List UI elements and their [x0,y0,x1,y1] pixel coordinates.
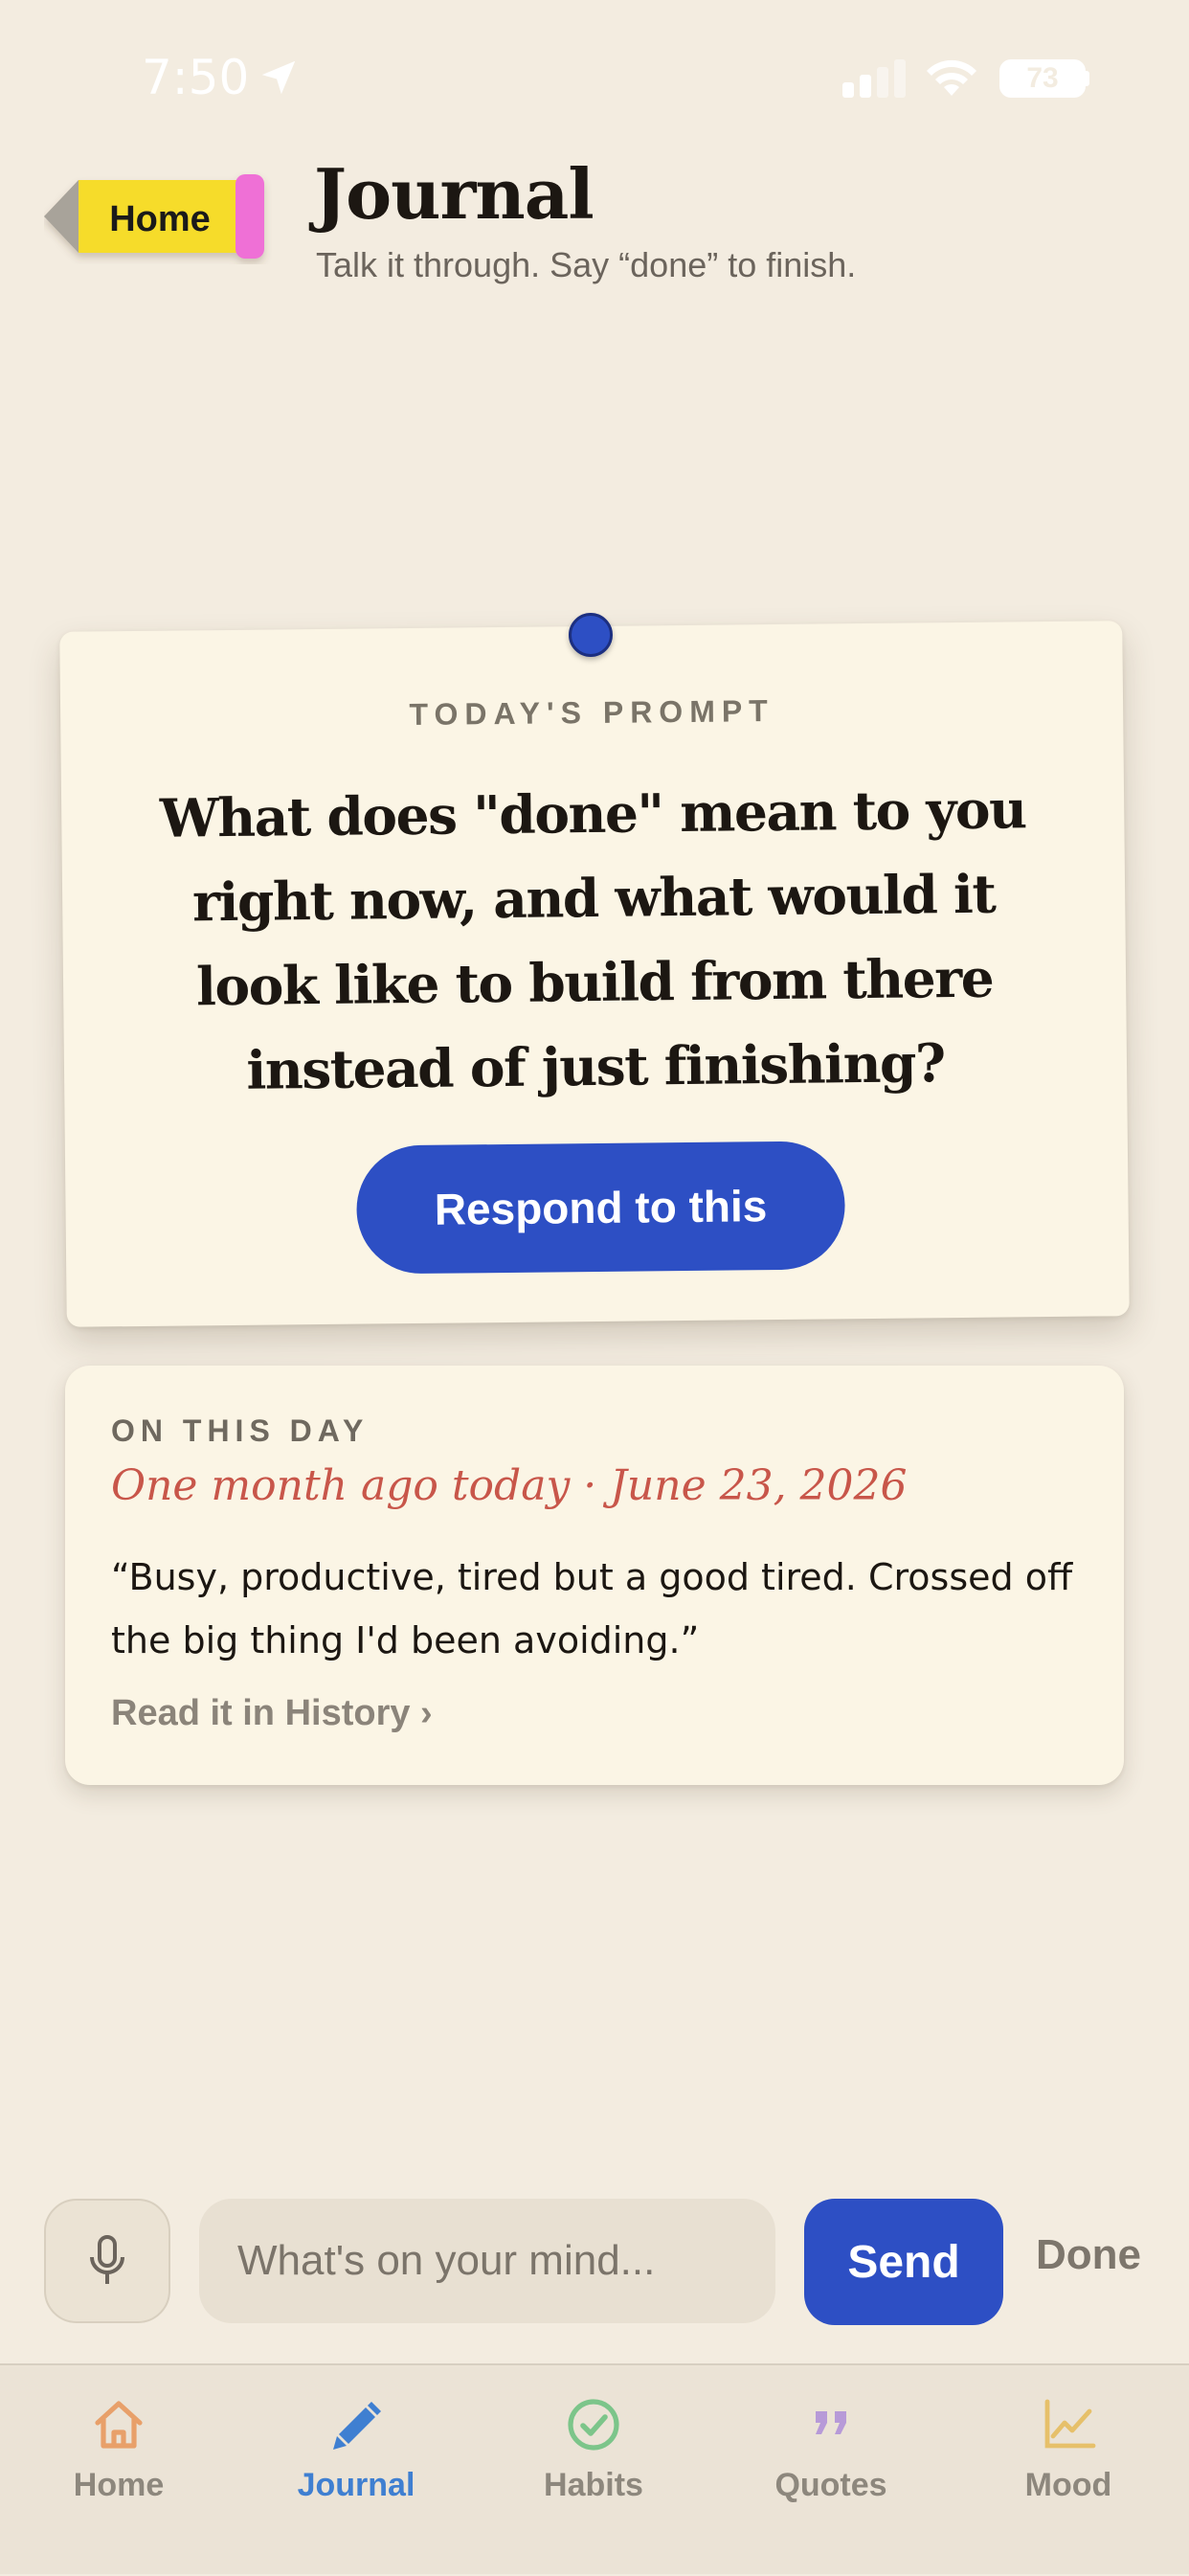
tab-journal[interactable]: Journal [237,2365,475,2576]
quote-icon [816,2411,846,2434]
battery-cap [1084,71,1089,86]
send-button[interactable]: Send [804,2199,1003,2325]
page-title: Journal [314,153,594,235]
tab-mood[interactable]: Mood [950,2365,1187,2576]
pushpin-icon [569,613,613,657]
pencil-icon [333,2402,381,2450]
message-input[interactable] [199,2199,775,2323]
on-this-day-card: ON THIS DAY One month ago today · June 2… [65,1366,1124,1785]
tab-habits[interactable]: Habits [475,2365,712,2576]
done-button[interactable]: Done [1036,2231,1141,2279]
battery-icon: 73 [999,59,1086,98]
on-this-day-date: One month ago today · June 23, 2026 [111,1461,908,1510]
tab-quotes[interactable]: Quotes [712,2365,950,2576]
respond-button[interactable]: Respond to this [355,1141,846,1275]
cellular-signal-icon [842,59,906,98]
on-this-day-quote: “Busy, productive, tired but a good tire… [111,1556,1073,1661]
read-in-history-link[interactable]: Read it in History › [111,1693,433,1734]
home-button[interactable]: Home [79,188,241,251]
tab-label: Habits [544,2467,643,2503]
tab-label: Mood [1024,2467,1112,2503]
page-subtitle: Talk it through. Say “done” to finish. [316,245,857,284]
on-this-day-label: ON THIS DAY [111,1413,370,1448]
prompt-label: TODAY'S PROMPT [409,693,774,733]
prompt-question: What does "done" mean to you right now, … [159,778,1026,1101]
tab-label: Quotes [774,2467,887,2503]
tab-label: Journal [297,2467,415,2503]
tab-label: Home [73,2467,165,2503]
microphone-icon [90,2235,124,2284]
location-arrow-icon [261,60,296,95]
mic-button[interactable] [44,2199,170,2323]
house-icon [95,2401,143,2449]
prompt-card: TODAY'S PROMPT What does "done" mean to … [59,621,1130,1327]
tab-bar: Home Journal Habits Quotes Mood [0,2363,1189,2574]
chart-line-icon [1044,2399,1096,2449]
status-time: 7:50 [142,50,250,105]
check-circle-icon [568,2399,619,2451]
wifi-icon [927,59,976,96]
tab-home[interactable]: Home [0,2365,237,2576]
